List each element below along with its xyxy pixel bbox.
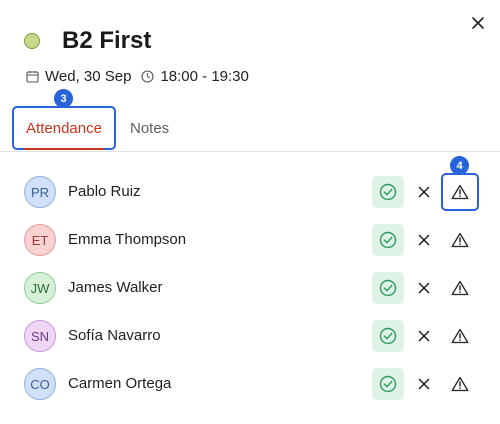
title-row: B2 First [24, 27, 151, 55]
mark-absent-button[interactable] [414, 372, 434, 396]
student-name: Sofía Navarro [68, 327, 161, 344]
class-time: 18:00 - 19:30 [141, 68, 249, 85]
check-circle-icon [379, 375, 397, 393]
calendar-icon [26, 71, 39, 83]
x-icon [418, 378, 430, 390]
annotation-badge-tab: 3 [54, 89, 73, 108]
avatar: PR [24, 176, 56, 208]
student-name: Carmen Ortega [68, 375, 172, 392]
mark-present-button[interactable] [372, 224, 404, 256]
mark-present-button[interactable] [372, 272, 404, 304]
student-name: Emma Thompson [68, 231, 187, 248]
class-title: B2 First [62, 27, 152, 54]
avatar: CO [24, 368, 56, 400]
student-row: ET Emma Thompson [0, 216, 500, 264]
tab-attendance[interactable]: Attendance [12, 106, 116, 150]
student-list: PR Pablo Ruiz ET Emma Thompson JW James Walke… [0, 168, 500, 408]
class-date: Wed, 30 Sep [26, 68, 131, 85]
mark-absent-button[interactable] [414, 228, 434, 252]
mark-late-button[interactable] [446, 324, 474, 348]
annotation-badge-action: 4 [450, 156, 469, 175]
tab-bar: Attendance Notes [12, 106, 169, 150]
x-icon [418, 186, 430, 198]
avatar: JW [24, 272, 56, 304]
close-icon [472, 17, 484, 29]
mark-late-button[interactable] [446, 372, 474, 396]
class-status-dot [24, 33, 40, 49]
student-row: CO Carmen Ortega [0, 360, 500, 408]
check-circle-icon [379, 183, 397, 201]
close-button[interactable] [466, 11, 490, 35]
mark-present-button[interactable] [372, 368, 404, 400]
student-name: Pablo Ruiz [68, 183, 141, 200]
avatar: ET [24, 224, 56, 256]
check-circle-icon [379, 279, 397, 297]
warning-triangle-icon [451, 232, 469, 248]
mark-late-button[interactable] [441, 173, 479, 211]
student-row: PR Pablo Ruiz [0, 168, 500, 216]
warning-triangle-icon [451, 376, 469, 392]
clock-icon [141, 70, 155, 83]
attendance-modal: B2 First Wed, 30 Sep 18:00 - 19:30 Atten… [0, 0, 500, 424]
warning-triangle-icon [451, 184, 469, 200]
mark-absent-button[interactable] [414, 180, 434, 204]
student-row: SN Sofía Navarro [0, 312, 500, 360]
warning-triangle-icon [451, 328, 469, 344]
class-schedule: Wed, 30 Sep 18:00 - 19:30 [26, 68, 249, 85]
mark-present-button[interactable] [372, 320, 404, 352]
check-circle-icon [379, 231, 397, 249]
x-icon [418, 330, 430, 342]
date-text: Wed, 30 Sep [45, 68, 132, 85]
time-text: 18:00 - 19:30 [160, 68, 249, 85]
x-icon [418, 282, 430, 294]
mark-present-button[interactable] [372, 176, 404, 208]
mark-late-button[interactable] [446, 276, 474, 300]
tabs-divider [0, 151, 500, 152]
tab-notes[interactable]: Notes [130, 106, 169, 150]
student-name: James Walker [68, 279, 163, 296]
avatar: SN [24, 320, 56, 352]
x-icon [418, 234, 430, 246]
check-circle-icon [379, 327, 397, 345]
warning-triangle-icon [451, 280, 469, 296]
student-row: JW James Walker [0, 264, 500, 312]
mark-absent-button[interactable] [414, 324, 434, 348]
mark-late-button[interactable] [446, 228, 474, 252]
mark-absent-button[interactable] [414, 276, 434, 300]
